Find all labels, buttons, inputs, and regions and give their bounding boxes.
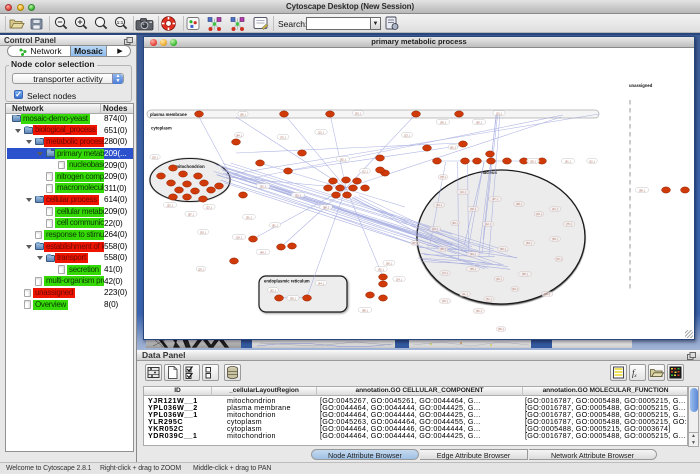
svg-text:[91..]: [91..] (246, 215, 252, 219)
svg-text:[12..]: [12..] (362, 169, 368, 173)
svg-text:[16..]: [16..] (536, 212, 542, 216)
svg-text:[60..]: [60..] (476, 120, 482, 124)
svg-text:[58..]: [58..] (240, 112, 246, 116)
svg-text:[15..]: [15..] (442, 299, 448, 303)
svg-text:[50..]: [50..] (498, 327, 504, 331)
svg-text:[56..]: [56..] (500, 247, 506, 251)
svg-text:[98..]: [98..] (516, 202, 522, 206)
svg-text:[95..]: [95..] (544, 292, 550, 296)
svg-text:[90..]: [90..] (386, 261, 392, 265)
svg-text:cytoplasm: cytoplasm (151, 125, 172, 130)
svg-text:[93..]: [93..] (200, 230, 206, 234)
svg-text:[23..]: [23..] (404, 133, 410, 137)
svg-text:[75..]: [75..] (566, 222, 572, 226)
svg-text:fₓ: fₓ (632, 368, 638, 378)
svg-text:[23..]: [23..] (432, 227, 438, 231)
svg-text:[36..]: [36..] (496, 277, 502, 281)
svg-text:[75..]: [75..] (280, 135, 286, 139)
svg-text:[36..]: [36..] (290, 296, 296, 300)
svg-text:[44..]: [44..] (318, 281, 324, 285)
svg-text:[24..]: [24..] (396, 277, 402, 281)
svg-text:[48..]: [48..] (260, 250, 266, 254)
svg-text:[97..]: [97..] (492, 197, 498, 201)
svg-text:[15..]: [15..] (318, 130, 324, 134)
svg-text:[52..]: [52..] (167, 203, 173, 207)
svg-text:[55..]: [55..] (470, 267, 476, 271)
svg-text:[15..]: [15..] (556, 257, 562, 261)
svg-text:[29..]: [29..] (198, 267, 204, 271)
svg-text:[23..]: [23..] (206, 205, 212, 209)
svg-text:[87..]: [87..] (188, 212, 194, 216)
svg-text:[28..]: [28..] (530, 159, 536, 163)
svg-text:[51..]: [51..] (260, 184, 266, 188)
svg-text:[88..]: [88..] (323, 205, 329, 209)
svg-text:[65..]: [65..] (552, 237, 558, 241)
svg-text:[15..]: [15..] (589, 159, 595, 163)
svg-text:[56..]: [56..] (522, 272, 528, 276)
svg-text:[41..]: [41..] (552, 207, 558, 211)
svg-text:[46..]: [46..] (452, 221, 458, 225)
svg-text:1:1: 1:1 (117, 20, 124, 25)
svg-text:[64..]: [64..] (512, 287, 518, 291)
svg-text:[98..]: [98..] (362, 308, 368, 312)
svg-text:[63..]: [63..] (526, 241, 532, 245)
svg-text:[81..]: [81..] (272, 223, 278, 227)
svg-text:[43..]: [43..] (470, 252, 476, 256)
svg-text:[81..]: [81..] (450, 145, 456, 149)
svg-text:[78..]: [78..] (440, 175, 446, 179)
svg-text:[62..]: [62..] (340, 157, 346, 161)
svg-text:[63..]: [63..] (355, 111, 361, 115)
svg-text:[11..]: [11..] (462, 292, 468, 296)
svg-text:mitochondrion: mitochondrion (175, 164, 205, 169)
svg-text:[87..]: [87..] (412, 241, 418, 245)
svg-text:plasma membrane: plasma membrane (150, 111, 187, 116)
svg-text:[39..]: [39..] (470, 207, 476, 211)
svg-text:[51..]: [51..] (476, 309, 482, 313)
svg-text:[84..]: [84..] (236, 133, 242, 137)
svg-text:[52..]: [52..] (295, 193, 301, 197)
svg-text:unassigned: unassigned (629, 83, 653, 88)
svg-text:[30..]: [30..] (152, 155, 158, 159)
svg-text:endoplasmic reticulum: endoplasmic reticulum (264, 278, 310, 283)
svg-text:[61..]: [61..] (486, 297, 492, 301)
svg-text:[74..]: [74..] (442, 271, 448, 275)
svg-text:[18..]: [18..] (236, 235, 242, 239)
svg-text:[95..]: [95..] (440, 120, 446, 124)
svg-text:[13..]: [13..] (460, 190, 466, 194)
svg-text:[61..]: [61..] (565, 159, 571, 163)
svg-text:[95..]: [95..] (440, 247, 446, 251)
svg-text:[62..]: [62..] (270, 288, 276, 292)
svg-text:[13..]: [13..] (436, 203, 442, 207)
svg-text:[15..]: [15..] (496, 111, 502, 115)
svg-text:[12..]: [12..] (485, 222, 491, 226)
svg-text:[92..]: [92..] (378, 267, 384, 271)
svg-text:[98..]: [98..] (639, 188, 645, 192)
